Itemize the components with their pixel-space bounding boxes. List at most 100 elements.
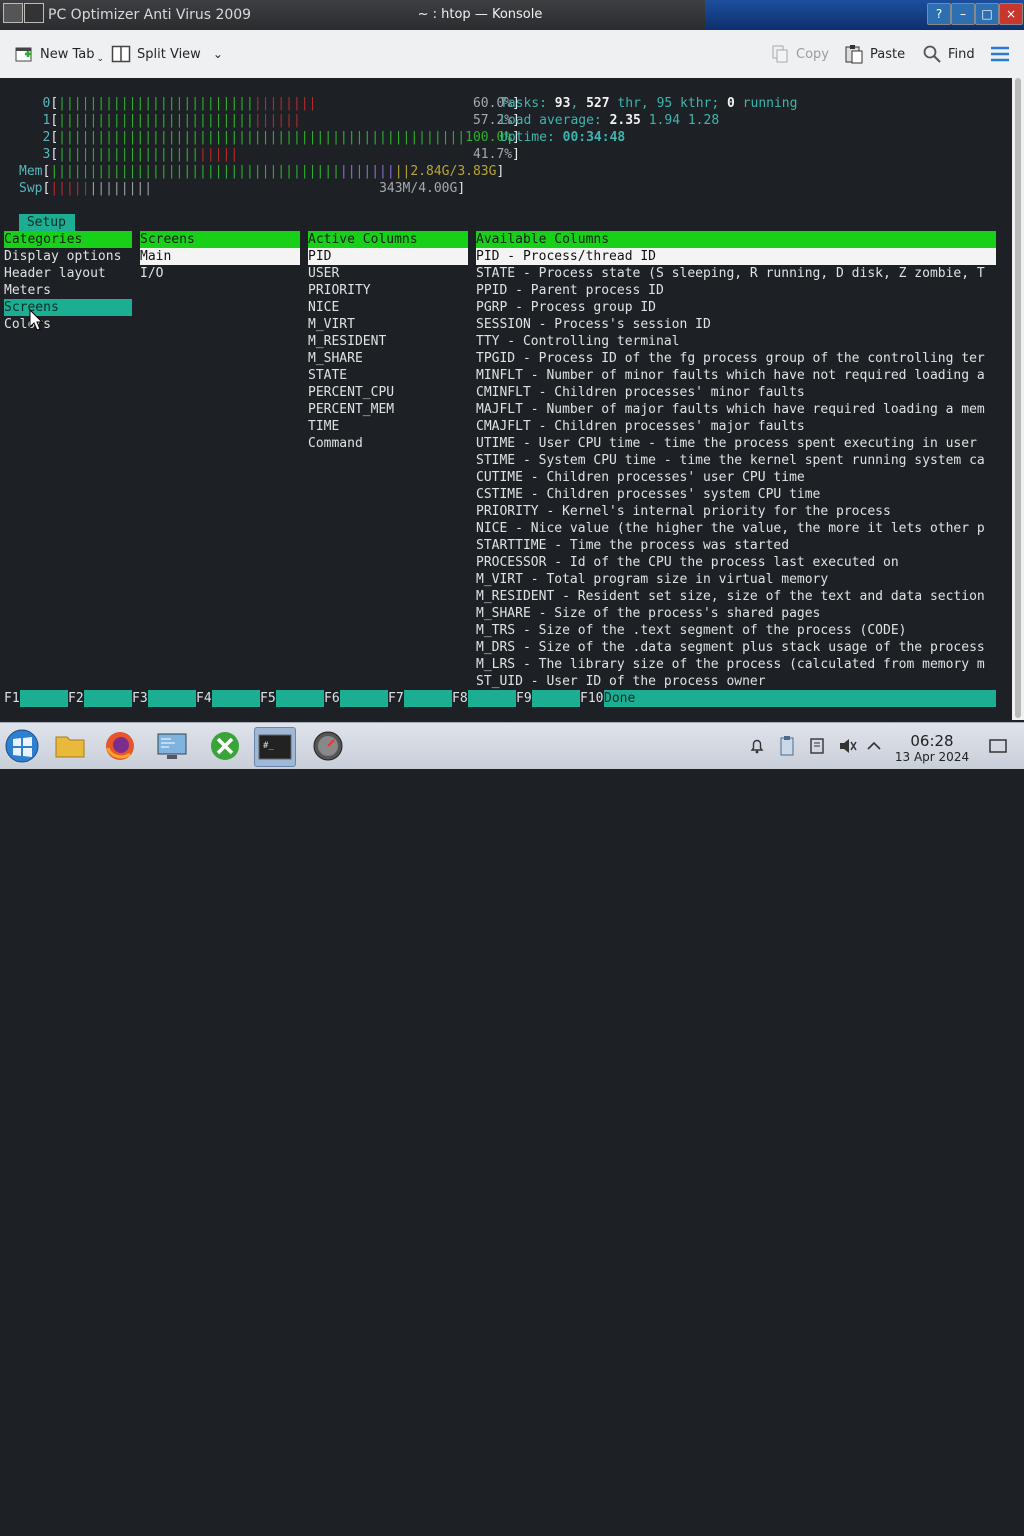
active-column[interactable]: STATE: [308, 367, 347, 384]
available-column[interactable]: CSTIME - Children processes' system CPU …: [476, 486, 820, 503]
category-display-options[interactable]: Display options: [4, 248, 121, 265]
volume-muted-icon[interactable]: [838, 737, 858, 755]
f6-key[interactable]: F6: [324, 690, 340, 707]
settings-tools-button[interactable]: [205, 727, 245, 765]
available-column[interactable]: PPID - Parent process ID: [476, 282, 664, 299]
terminal-view[interactable]: 0[||||||||||||||||||||||||||||||||| 60.0…: [0, 78, 1012, 720]
available-column[interactable]: M_LRS - The library size of the process …: [476, 656, 985, 673]
f8-key[interactable]: F8: [452, 690, 468, 707]
split-view-chevron-icon[interactable]: ⌄: [213, 47, 223, 61]
find-label: Find: [948, 46, 975, 62]
available-column[interactable]: UTIME - User CPU time - time the process…: [476, 435, 977, 452]
show-desktop-icon[interactable]: [988, 737, 1008, 755]
close-button[interactable]: ×: [999, 3, 1023, 25]
f2-action[interactable]: [84, 690, 132, 707]
f2-key[interactable]: F2: [68, 690, 84, 707]
clipboard-icon[interactable]: [778, 735, 796, 757]
find-button[interactable]: Find: [922, 42, 975, 66]
f4-action[interactable]: [212, 690, 260, 707]
available-column[interactable]: STATE - Process state (S sleeping, R run…: [476, 265, 985, 282]
terminal-scrollbar[interactable]: [1012, 78, 1024, 720]
f7-action[interactable]: [404, 690, 452, 707]
active-column[interactable]: PRIORITY: [308, 282, 371, 299]
available-column[interactable]: M_RESIDENT - Resident set size, size of …: [476, 588, 985, 605]
f5-action[interactable]: [276, 690, 324, 707]
f9-action[interactable]: [532, 690, 580, 707]
system-monitor-button[interactable]: [152, 727, 192, 765]
screen-io[interactable]: I/O: [140, 265, 163, 282]
available-column[interactable]: PROCESSOR - Id of the CPU the process la…: [476, 554, 899, 571]
available-column[interactable]: STIME - System CPU time - time the kerne…: [476, 452, 985, 469]
minimize-button[interactable]: –: [951, 3, 975, 25]
available-column[interactable]: CMAJFLT - Children processes' major faul…: [476, 418, 805, 435]
active-column[interactable]: M_SHARE: [308, 350, 363, 367]
category-meters[interactable]: Meters: [4, 282, 51, 299]
paste-button[interactable]: Paste: [844, 42, 905, 66]
hamburger-menu-button[interactable]: [990, 42, 1010, 66]
f5-key[interactable]: F5: [260, 690, 276, 707]
f3-action[interactable]: [148, 690, 196, 707]
firefox-icon: [106, 732, 134, 760]
f3-key[interactable]: F3: [132, 690, 148, 707]
available-column[interactable]: TTY - Controlling terminal: [476, 333, 680, 350]
copy-button[interactable]: Copy: [770, 42, 829, 66]
active-column[interactable]: M_VIRT: [308, 316, 355, 333]
monitor-icon: [157, 733, 187, 759]
file-manager-button[interactable]: [50, 727, 90, 765]
firefox-button[interactable]: [100, 727, 140, 765]
scrollbar-thumb[interactable]: [1015, 78, 1021, 718]
available-column[interactable]: NICE - Nice value (the higher the value,…: [476, 520, 985, 537]
clock[interactable]: 06:28 13 Apr 2024: [888, 732, 976, 764]
split-view-button[interactable]: Split View ⌄: [111, 42, 223, 66]
f7-key[interactable]: F7: [388, 690, 404, 707]
f4-key[interactable]: F4: [196, 690, 212, 707]
category-screens[interactable]: Screens: [4, 299, 132, 316]
available-column[interactable]: PGRP - Process group ID: [476, 299, 656, 316]
active-column[interactable]: Command: [308, 435, 363, 452]
available-column[interactable]: TPGID - Process ID of the fg process gro…: [476, 350, 985, 367]
system-gauge-button[interactable]: [308, 727, 348, 765]
available-column[interactable]: ST_UID - User ID of the process owner: [476, 673, 766, 690]
setup-tab[interactable]: Setup: [19, 214, 75, 231]
maximize-button[interactable]: □: [975, 3, 999, 25]
active-column[interactable]: PERCENT_CPU: [308, 384, 394, 401]
category-header-layout[interactable]: Header layout: [4, 265, 106, 282]
f10-done-button[interactable]: Done: [604, 690, 996, 707]
available-column[interactable]: CUTIME - Children processes' user CPU ti…: [476, 469, 805, 486]
available-column[interactable]: M_SHARE - Size of the process's shared p…: [476, 605, 820, 622]
device-icon[interactable]: [808, 737, 826, 755]
konsole-task-button[interactable]: #_: [254, 727, 296, 767]
f8-action[interactable]: [468, 690, 516, 707]
new-tab-button[interactable]: New Tab ⌄: [14, 42, 104, 66]
available-column[interactable]: CMINFLT - Children processes' minor faul…: [476, 384, 805, 401]
start-button[interactable]: [2, 727, 42, 765]
f9-key[interactable]: F9: [516, 690, 532, 707]
f1-key[interactable]: F1: [4, 690, 20, 707]
category-colors[interactable]: Colors: [4, 316, 51, 333]
active-column-pid[interactable]: PID: [308, 248, 468, 265]
f1-action[interactable]: [20, 690, 68, 707]
tasks-summary: Tasks: 93, 527 thr, 95 kthr; 0 running: [500, 96, 798, 111]
available-column[interactable]: STARTTIME - Time the process was started: [476, 537, 789, 554]
chevron-up-icon[interactable]: [866, 739, 882, 753]
f10-key[interactable]: F10: [580, 690, 603, 707]
f6-action[interactable]: [340, 690, 388, 707]
available-column[interactable]: M_VIRT - Total program size in virtual m…: [476, 571, 828, 588]
available-column[interactable]: MAJFLT - Number of major faults which ha…: [476, 401, 985, 418]
active-column[interactable]: NICE: [308, 299, 339, 316]
available-column-pid[interactable]: PID - Process/thread ID: [476, 248, 996, 265]
available-column[interactable]: M_TRS - Size of the .text segment of the…: [476, 622, 906, 639]
available-column[interactable]: PRIORITY - Kernel's internal priority fo…: [476, 503, 891, 520]
new-tab-chevron-icon[interactable]: ⌄: [97, 54, 105, 64]
help-button[interactable]: ?: [927, 3, 951, 25]
active-column[interactable]: M_RESIDENT: [308, 333, 386, 350]
screen-main[interactable]: Main: [140, 248, 300, 265]
available-column[interactable]: SESSION - Process's session ID: [476, 316, 711, 333]
active-column[interactable]: PERCENT_MEM: [308, 401, 394, 418]
uptime: Uptime: 00:34:48: [500, 130, 626, 145]
available-column[interactable]: M_DRS - Size of the .data segment plus s…: [476, 639, 985, 656]
active-column[interactable]: TIME: [308, 418, 339, 435]
notification-bell-icon[interactable]: [748, 737, 766, 755]
available-column[interactable]: MINFLT - Number of minor faults which ha…: [476, 367, 985, 384]
active-column[interactable]: USER: [308, 265, 339, 282]
